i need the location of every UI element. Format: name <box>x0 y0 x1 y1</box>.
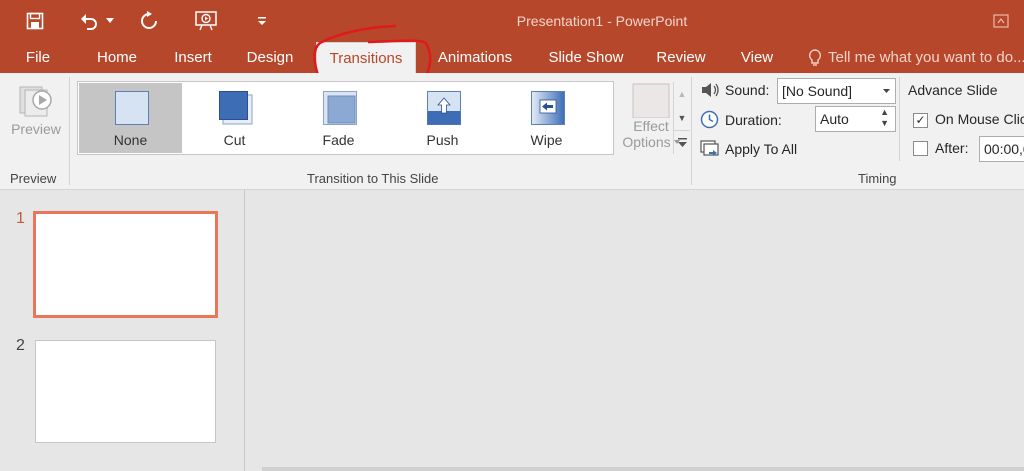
duration-value: Auto <box>820 111 849 127</box>
effect-options-button[interactable]: Effect Options <box>618 81 684 161</box>
preview-button-label: Preview <box>11 121 61 137</box>
window-title: Presentation1 - PowerPoint <box>516 13 688 29</box>
on-mouse-click-label: On Mouse Click <box>935 111 1024 127</box>
effect-options-icon <box>632 83 670 118</box>
tab-file[interactable]: File <box>14 42 62 73</box>
duration-label: Duration: <box>725 111 782 128</box>
ribbon-transitions: Preview Preview None Cut Fade Push Wipe … <box>0 73 1024 190</box>
effect-options-line2-text: Options <box>622 134 671 150</box>
tell-me-text: Tell me what you want to do... <box>828 49 1024 66</box>
transition-none-label: None <box>113 132 148 148</box>
transition-cut[interactable]: Cut <box>183 83 286 153</box>
slide-number: 2 <box>16 337 25 354</box>
preview-button[interactable]: Preview <box>6 81 66 151</box>
transition-push-label: Push <box>426 132 459 148</box>
preview-icon <box>19 86 52 117</box>
on-mouse-click-row: On Mouse Click <box>935 111 1024 127</box>
slide-thumbnail-1[interactable] <box>33 211 218 318</box>
tab-insert[interactable]: Insert <box>164 42 222 73</box>
clock-icon <box>700 110 719 129</box>
tab-animations[interactable]: Animations <box>426 42 524 73</box>
duration-spinner[interactable]: Auto ▲ ▼ <box>815 106 896 132</box>
group-divider <box>69 77 70 185</box>
tab-review[interactable]: Review <box>646 42 716 73</box>
title-bar: Presentation1 - PowerPoint <box>0 0 1024 42</box>
ribbon-tab-bar: File Home Insert Design Transitions Anim… <box>0 42 1024 73</box>
transition-cut-icon <box>219 91 253 125</box>
slide-editor-area[interactable] <box>246 190 1024 471</box>
after-label: After: <box>935 140 969 156</box>
apply-to-all-label: Apply To All <box>725 141 798 157</box>
advance-slide-label: Advance Slide <box>908 82 998 98</box>
group-divider <box>691 77 692 185</box>
tab-slide-show[interactable]: Slide Show <box>540 42 632 73</box>
effect-options-line2: Options <box>618 134 684 150</box>
transition-push-icon <box>427 91 461 125</box>
transition-push[interactable]: Push <box>391 83 494 153</box>
transition-wipe-icon <box>531 91 565 125</box>
tab-design[interactable]: Design <box>236 42 304 73</box>
sound-row: Sound: <box>700 81 769 99</box>
slide-thumbnail-2[interactable] <box>35 340 216 443</box>
advance-slide-heading: Advance Slide <box>908 82 998 98</box>
lightbulb-icon <box>808 48 822 66</box>
on-mouse-click-checkbox[interactable]: ✓ <box>913 113 928 128</box>
preview-group-label: Preview <box>10 171 57 186</box>
tab-home[interactable]: Home <box>86 42 148 73</box>
apply-to-all-icon <box>700 140 719 156</box>
transition-cut-label: Cut <box>223 132 246 148</box>
tab-transitions[interactable]: Transitions <box>316 42 416 73</box>
slide-number: 1 <box>16 210 25 227</box>
transition-wipe-label: Wipe <box>530 132 563 148</box>
transition-fade[interactable]: Fade <box>287 83 390 153</box>
tell-me-box[interactable]: Tell me what you want to do... <box>808 42 1024 73</box>
chevron-down-icon <box>883 89 890 93</box>
transition-fade-icon <box>323 91 357 125</box>
after-row: After: <box>935 140 968 156</box>
after-time-input[interactable]: 00:00,00 <box>979 136 1024 162</box>
group-divider <box>899 77 900 161</box>
duration-row: Duration: <box>700 110 782 129</box>
speaker-icon <box>702 83 719 97</box>
after-time-value: 00:00,00 <box>984 141 1024 157</box>
chevron-down-icon <box>673 140 680 144</box>
spinner-arrows-icon[interactable]: ▲ ▼ <box>880 107 889 129</box>
transition-wipe[interactable]: Wipe <box>495 83 598 153</box>
sound-label: Sound: <box>725 82 770 98</box>
ribbon-display-options-icon[interactable] <box>990 6 1012 36</box>
tab-view[interactable]: View <box>730 42 784 73</box>
sound-dropdown[interactable]: [No Sound] <box>777 78 896 104</box>
transition-none-icon <box>115 91 149 125</box>
slide-thumbnails-pane: 1 2 <box>0 190 245 471</box>
transition-fade-label: Fade <box>322 132 355 148</box>
apply-to-all-button[interactable]: Apply To All <box>700 140 797 158</box>
transition-group-label: Transition to This Slide <box>307 171 439 186</box>
transition-none[interactable]: None <box>79 83 182 153</box>
transition-gallery: None Cut Fade Push Wipe ▲ ▼ <box>77 81 690 155</box>
horizontal-scrollbar[interactable] <box>262 467 1024 471</box>
effect-options-line1: Effect <box>633 118 669 134</box>
timing-group-label: Timing <box>858 171 897 186</box>
sound-value: [No Sound] <box>782 83 853 99</box>
after-checkbox[interactable] <box>913 141 928 156</box>
